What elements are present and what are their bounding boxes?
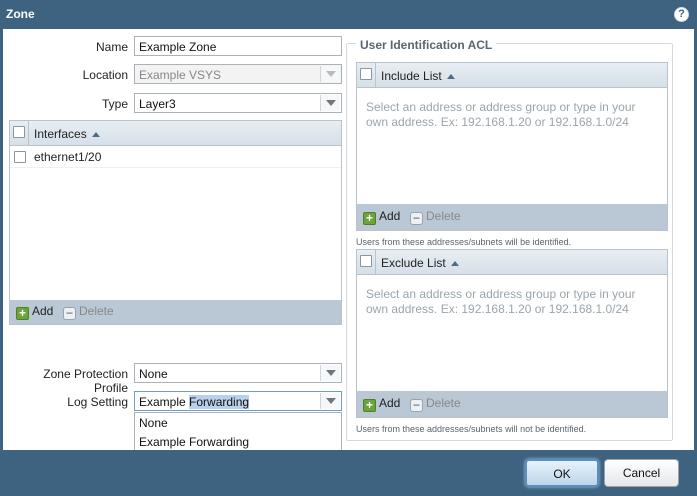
help-icon[interactable]: ? — [674, 7, 689, 22]
type-value: Layer3 — [139, 97, 176, 111]
interface-name: ethernet1/20 — [34, 150, 102, 164]
type-select[interactable]: Layer3 — [134, 93, 342, 113]
zone-protection-value: None — [139, 367, 168, 381]
include-select-all-checkbox[interactable] — [360, 68, 372, 80]
location-value: Example VSYS — [139, 68, 222, 82]
log-setting-dropdown-menu: None Example Forwarding — [134, 412, 342, 451]
select-all-cell — [357, 250, 376, 274]
include-list-column-header[interactable]: Include List — [381, 69, 455, 83]
delete-include-button: − Delete — [410, 209, 461, 225]
plus-icon: + — [363, 212, 376, 225]
include-list-grid: Include List Select an address or addres… — [356, 62, 668, 231]
exclude-list-footer: + Add − Delete — [357, 391, 667, 417]
chevron-down-icon[interactable] — [320, 393, 340, 409]
interfaces-grid-footer: + Add − Delete — [10, 300, 341, 324]
menu-option-example-forwarding[interactable]: Example Forwarding — [135, 432, 341, 451]
add-exclude-button[interactable]: + Add — [363, 396, 400, 412]
select-all-cell — [357, 63, 376, 87]
acl-legend: User Identification ACL — [356, 38, 497, 52]
log-setting-select[interactable]: Example Forwarding — [134, 391, 342, 411]
interfaces-column-header[interactable]: Interfaces — [34, 127, 100, 141]
exclude-list-header: Exclude List — [357, 250, 667, 275]
sort-ascending-icon — [450, 261, 459, 266]
table-row[interactable]: ethernet1/20 — [10, 146, 341, 168]
plus-icon: + — [16, 307, 29, 320]
exclude-select-all-checkbox[interactable] — [360, 255, 372, 267]
sort-ascending-icon — [446, 74, 455, 79]
add-interface-button[interactable]: + Add — [16, 304, 53, 320]
interfaces-grid: Interfaces ethernet1/20 + Add − Delete — [9, 120, 342, 325]
include-list-placeholder[interactable]: Select an address or address group or ty… — [366, 100, 655, 130]
exclude-list-note: Users from these addresses/subnets will … — [356, 424, 587, 434]
exclude-list-column-header[interactable]: Exclude List — [381, 256, 459, 270]
minus-icon: − — [410, 212, 423, 225]
location-label: Location — [82, 68, 128, 82]
select-all-checkbox[interactable] — [13, 126, 25, 138]
cancel-button[interactable]: Cancel — [604, 459, 679, 487]
log-setting-value-part2: Forwarding — [189, 395, 250, 409]
interfaces-grid-header: Interfaces — [10, 121, 341, 146]
zone-protection-select[interactable]: None — [134, 363, 342, 383]
name-label: Name — [95, 40, 128, 54]
chevron-down-icon[interactable] — [320, 95, 340, 111]
include-list-note: Users from these addresses/subnets will … — [356, 237, 572, 247]
delete-exclude-button: − Delete — [410, 396, 461, 412]
dialog-titlebar: Zone ? — [0, 0, 697, 29]
dialog-title: Zone — [6, 7, 35, 21]
chevron-down-icon[interactable] — [320, 365, 340, 381]
sort-ascending-icon — [91, 132, 100, 137]
minus-icon: − — [63, 307, 76, 320]
name-input[interactable]: Example Zone — [134, 36, 342, 56]
include-list-footer: + Add − Delete — [357, 204, 667, 230]
delete-interface-button: − Delete — [63, 304, 114, 320]
exclude-list-grid: Exclude List Select an address or addres… — [356, 249, 668, 418]
row-checkbox[interactable] — [14, 151, 26, 163]
select-all-cell — [10, 121, 29, 145]
ok-button[interactable]: OK — [525, 459, 599, 487]
log-setting-label: Log Setting — [67, 395, 128, 409]
minus-icon: − — [410, 399, 423, 412]
menu-option-none[interactable]: None — [135, 413, 341, 432]
include-list-header: Include List — [357, 63, 667, 88]
type-label: Type — [101, 97, 128, 111]
log-setting-value-part1: Example — [139, 395, 186, 409]
location-select: Example VSYS — [134, 64, 342, 84]
chevron-down-icon — [320, 66, 340, 82]
add-include-button[interactable]: + Add — [363, 209, 400, 225]
exclude-list-placeholder[interactable]: Select an address or address group or ty… — [366, 287, 655, 317]
plus-icon: + — [363, 399, 376, 412]
zone-protection-label: Zone Protection Profile — [43, 367, 128, 395]
